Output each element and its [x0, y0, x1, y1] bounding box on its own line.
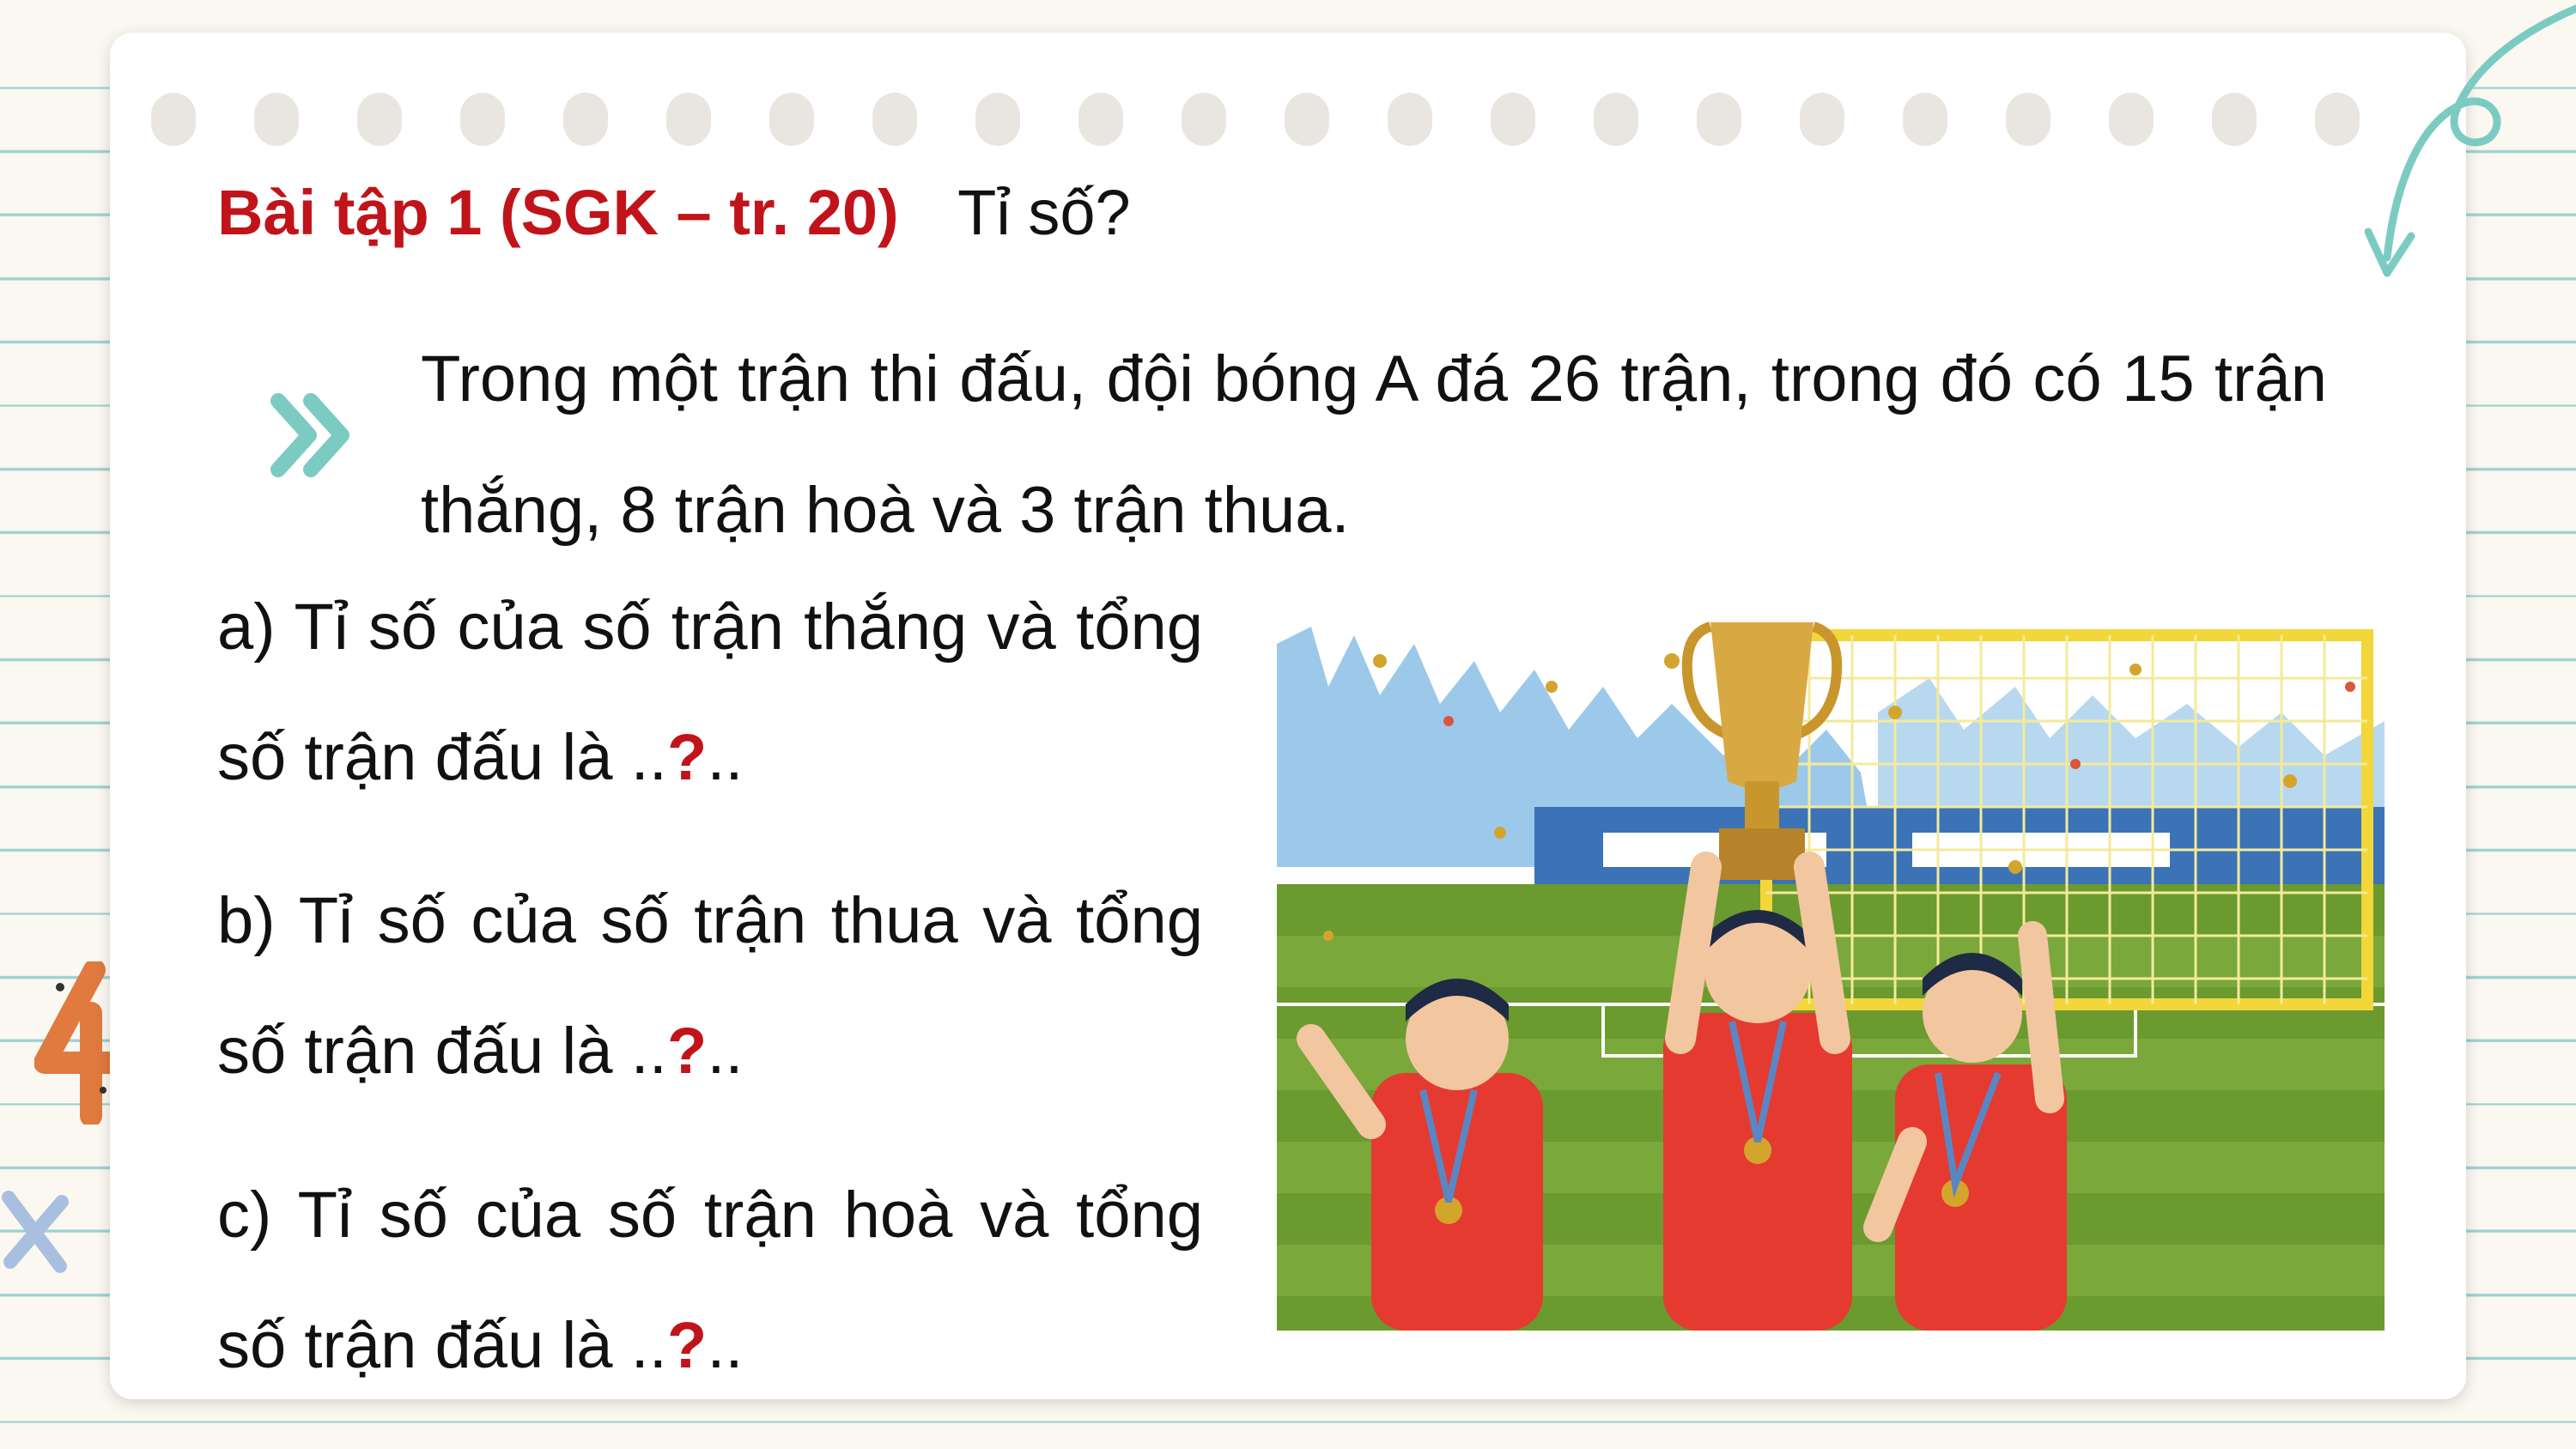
- binder-hole: [1800, 93, 1844, 146]
- exercise-heading: Bài tập 1 (SGK – tr. 20) Tỉ số?: [217, 176, 1131, 253]
- question-a: a) Tỉ số của số trận thắng và tổng số tr…: [217, 562, 1203, 823]
- binder-hole: [2006, 93, 2050, 146]
- binder-hole: [460, 93, 505, 146]
- binder-hole: [975, 93, 1020, 146]
- binder-hole: [1903, 93, 1947, 146]
- question-b: b) Tỉ số của số trận thua và tổng số trậ…: [217, 856, 1203, 1117]
- question-tail: ..: [707, 1015, 744, 1088]
- swirl-arrow-icon: [2364, 4, 2576, 277]
- answer-blank[interactable]: ?: [667, 1309, 707, 1382]
- double-chevron-icon: [270, 393, 349, 477]
- question-tail: ..: [707, 721, 744, 794]
- cross-icon: [2, 1191, 69, 1273]
- answer-blank[interactable]: ?: [667, 721, 707, 794]
- binder-hole: [2109, 93, 2154, 146]
- exercise-subtitle: Tỉ số?: [957, 177, 1131, 248]
- binder-hole: [2212, 93, 2257, 146]
- binder-hole: [1182, 93, 1226, 146]
- binder-hole: [357, 93, 402, 146]
- binder-hole: [1697, 93, 1741, 146]
- binder-hole: [872, 93, 917, 146]
- question-tail: ..: [707, 1309, 744, 1382]
- answer-blank[interactable]: ?: [667, 1015, 707, 1088]
- binder-hole: [666, 93, 711, 146]
- exercise-title: Bài tập 1 (SGK – tr. 20): [217, 177, 899, 248]
- football-celebration-illustration: [1277, 609, 2385, 1331]
- binder-hole: [769, 93, 814, 146]
- problem-statement: Trong một trận thi đấu, đội bóng A đá 26…: [421, 343, 2327, 547]
- binder-hole: [1491, 93, 1535, 146]
- binder-hole: [1594, 93, 1638, 146]
- binder-hole: [151, 93, 196, 146]
- binder-hole: [254, 93, 299, 146]
- question-c: c) Tỉ số của số trận hoà và tổng số trận…: [217, 1150, 1203, 1411]
- number-4-icon: [34, 961, 120, 1125]
- binder-hole: [563, 93, 608, 146]
- binder-hole: [1388, 93, 1432, 146]
- binder-hole: [1285, 93, 1329, 146]
- binder-hole: [1078, 93, 1123, 146]
